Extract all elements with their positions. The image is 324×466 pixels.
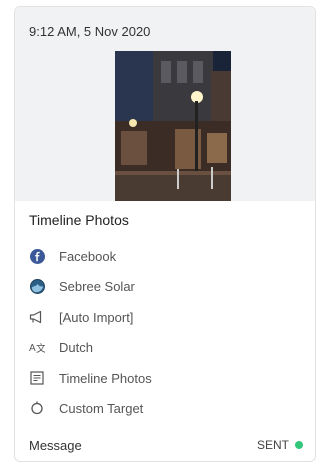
language-row: A 文 Dutch bbox=[29, 337, 93, 357]
target-row: Custom Target bbox=[29, 398, 143, 418]
campaign-label: [Auto Import] bbox=[59, 309, 134, 325]
post-timestamp: 9:12 AM, 5 Nov 2020 bbox=[29, 24, 151, 39]
album-icon bbox=[29, 370, 45, 386]
globe-avatar-icon bbox=[29, 278, 45, 294]
target-label: Custom Target bbox=[59, 400, 144, 416]
street-night-photo bbox=[115, 51, 231, 201]
target-icon bbox=[29, 400, 45, 416]
source-row: Facebook bbox=[29, 246, 116, 266]
album-row: Timeline Photos bbox=[29, 368, 152, 388]
language-icon: A 文 bbox=[29, 339, 45, 355]
post-photo[interactable] bbox=[115, 51, 231, 201]
campaign-row: [Auto Import] bbox=[29, 307, 133, 327]
post-preview: 9:12 AM, 5 Nov 2020 bbox=[15, 7, 315, 201]
status-text: SENT bbox=[256, 438, 289, 452]
svg-text:文: 文 bbox=[36, 342, 45, 354]
message-label: Message bbox=[29, 438, 82, 453]
facebook-icon bbox=[29, 248, 45, 264]
post-title: Timeline Photos bbox=[29, 212, 129, 228]
album-label: Timeline Photos bbox=[59, 370, 152, 386]
language-label: Dutch bbox=[59, 339, 93, 355]
account-row: Sebree Solar bbox=[29, 276, 135, 296]
status-dot-icon bbox=[295, 441, 303, 449]
megaphone-icon bbox=[29, 309, 45, 325]
status-badge: SENT bbox=[257, 438, 303, 452]
svg-text:A: A bbox=[29, 343, 36, 354]
post-card[interactable]: 9:12 AM, 5 Nov 2020 Timeline Photos Face… bbox=[14, 6, 316, 462]
account-label: Sebree Solar bbox=[59, 278, 135, 294]
source-label: Facebook bbox=[59, 248, 117, 264]
